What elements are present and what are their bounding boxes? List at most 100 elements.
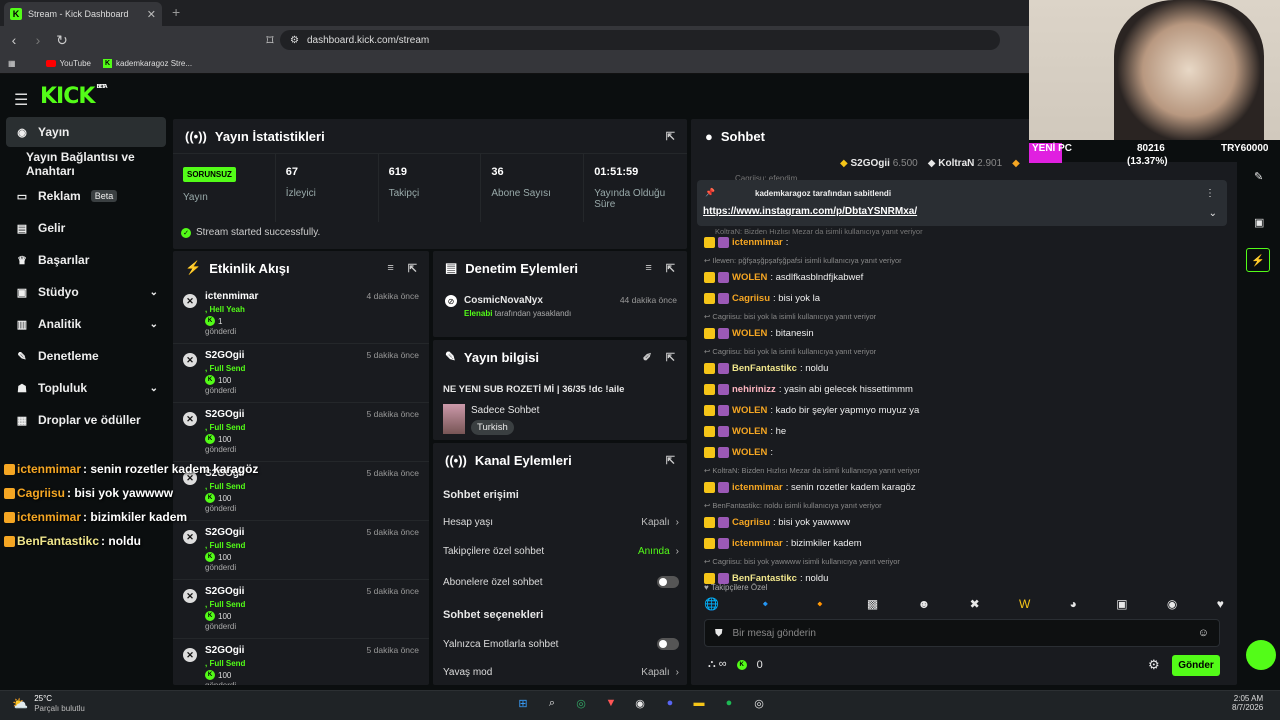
event-item[interactable]: ✕ ictenmimar 4 dakika önce , Hell Yeah K… [173,285,429,344]
chat-username[interactable]: Cagriisu [732,517,770,528]
new-tab-icon[interactable]: + [172,4,180,20]
sidebar-item-analitik[interactable]: ▥ Analitik ⌄ [6,309,166,339]
weather-widget[interactable]: ⛅ 25°C Parçalı bulutlu [12,694,85,714]
emote-icon[interactable]: 🔸 [813,597,828,613]
chat-username[interactable]: ictenmimar [732,237,783,248]
chat-username[interactable]: WOLEN [732,405,767,416]
event-item[interactable]: ✕ S2GOgii 5 dakika önce , Full Send K 100… [173,639,429,685]
discord-icon[interactable]: ● [661,694,679,712]
sidebar-item-studyo[interactable]: ▣ Stüdyo ⌄ [6,277,166,307]
filter-icon[interactable]: ≡ [387,262,393,275]
settings-icon[interactable]: ⚙ [1148,657,1160,673]
forward-icon[interactable]: › [28,32,48,48]
address-bar[interactable]: ⚙ dashboard.kick.com/stream [280,30,1000,50]
pinned-link[interactable]: https://www.instagram.com/p/DbtaYSNRMxa/ [703,206,917,217]
subscribers-only-toggle[interactable] [657,576,679,588]
screen-icon[interactable]: ▣ [1254,216,1264,229]
chat-username[interactable]: ictenmimar [732,538,783,549]
app-icon[interactable]: ◎ [572,694,590,712]
bookmark-kick[interactable]: Kkademkaragoz Stre... [103,59,192,68]
emote-icon[interactable]: ◕ [1070,597,1077,613]
chat-message[interactable]: WOLEN: kado bir şeyler yapmıyo muyuz ya [704,405,919,416]
folder-icon[interactable]: ▬ [690,694,708,712]
chevron-down-icon[interactable]: ⌄ [1209,208,1217,219]
chat-message[interactable]: ictenmimar: [704,237,788,248]
chat-message[interactable]: WOLEN: [704,447,773,458]
event-item[interactable]: ✕ S2GOgii 5 dakika önce , Full Send K 100… [173,403,429,462]
edit-icon[interactable]: ✐ [643,351,652,364]
popout-icon[interactable]: ⇱ [666,454,675,467]
assistant-icon[interactable] [1246,640,1276,670]
sidebar-item-denetleme[interactable]: ✎ Denetleme [6,341,166,371]
chrome-icon[interactable]: ◎ [750,694,768,712]
menu-icon[interactable]: ☰ [14,90,28,110]
send-button[interactable]: Gönder [1172,655,1220,676]
event-item[interactable]: ✕ S2GOgii 5 dakika önce , Full Send K 100… [173,521,429,580]
apps-icon[interactable]: ▦ [8,59,16,68]
popout-icon[interactable]: ⇱ [666,130,675,143]
popout-icon[interactable]: ⇱ [666,262,675,275]
site-info-icon[interactable]: ⚙ [290,35,299,46]
kick-logo[interactable]: KICK BETA [40,84,108,109]
edit-icon[interactable]: ✎ [1254,170,1263,183]
clock[interactable]: 2:05 AM 8/7/2026 [1232,694,1263,712]
bookmark-icon[interactable]: ⌑ [260,32,280,49]
close-tab-icon[interactable]: ✕ [147,8,156,21]
emoji-icon[interactable]: ☺ [1198,627,1209,639]
back-icon[interactable]: ‹ [4,32,24,48]
lightning-icon[interactable]: ⚡ [1246,248,1270,272]
chat-input[interactable]: ⛊ Bir mesaj gönderin ☺ [704,619,1220,647]
setting-account-age[interactable]: Hesap yaşı Kapalı › [443,517,679,528]
emote-icon[interactable]: ◉ [1167,597,1177,613]
chat-message[interactable]: ictenmimar: bizimkiler kadem [704,538,862,549]
setting-emote-only[interactable]: Yalnızca Emotlarla sohbet [443,638,679,650]
chat-username[interactable]: ictenmimar [732,482,783,493]
emote-icon[interactable]: ▩ [867,597,878,613]
emote-icon[interactable]: 🌐 [704,597,719,613]
emote-only-toggle[interactable] [657,638,679,650]
browser-tab[interactable]: K Stream - Kick Dashboard ✕ [4,2,162,26]
filter-icon[interactable]: ≡ [645,262,651,275]
setting-followers-only[interactable]: Takipçilere özel sohbet Anında › [443,546,679,557]
emote-icon[interactable]: 🔹 [758,597,773,613]
chat-username[interactable]: Cagriisu [732,293,770,304]
popout-icon[interactable]: ⇱ [408,262,417,275]
chat-username[interactable]: WOLEN [732,328,767,339]
chat-username[interactable]: BenFantastikc [732,363,797,374]
steam-icon[interactable]: ◉ [631,694,649,712]
setting-subscribers-only[interactable]: Abonelere özel sohbet [443,576,679,588]
search-icon[interactable]: ⌕ [543,694,561,712]
setting-slow-mode[interactable]: Yavaş mod Kapalı › [443,667,679,678]
emote-icon[interactable]: ✖ [970,597,980,613]
chat-message[interactable]: nehirinizz: yasin abi gelecek hissettimm… [704,384,913,395]
users-icon[interactable]: ⛬ ∞ [708,658,727,671]
moderation-entry[interactable]: ⊘ CosmicNovaNyx 44 dakika önce Elenabi t… [433,285,687,335]
emote-icon[interactable]: W [1019,597,1030,613]
chat-message[interactable]: WOLEN: asdlfkasblndfjkabwef [704,272,863,283]
chat-username[interactable]: WOLEN [732,426,767,437]
more-options-icon[interactable]: ⋮ [1205,188,1215,199]
brave-icon[interactable]: ▼ [602,694,620,712]
pinned-message[interactable]: 📌 kademkaragoz tarafından sabitlendi htt… [697,180,1227,226]
chat-message[interactable]: WOLEN: he [704,426,786,437]
chat-message[interactable]: ictenmimar: senin rozetler kadem karagöz [704,482,916,493]
windows-start-icon[interactable]: ⊞ [514,694,532,712]
sidebar-item-reklam[interactable]: ▭ Reklam Beta [6,181,166,211]
emote-icon[interactable]: ♥ [1217,597,1224,613]
event-item[interactable]: ✕ S2GOgii 5 dakika önce , Full Send K 100… [173,580,429,639]
sidebar-item-topluluk[interactable]: ☗ Topluluk ⌄ [6,373,166,403]
sidebar-item-yayin[interactable]: ◉ Yayın [6,117,166,147]
spotify-icon[interactable]: ● [720,694,738,712]
chat-message[interactable]: BenFantastikc: noldu [704,363,828,374]
event-item[interactable]: ✕ S2GOgii 5 dakika önce , Full Send K 100… [173,344,429,403]
gifter-2[interactable]: ◆ KoltraN 2.901 [928,158,1002,169]
chat-username[interactable]: WOLEN [732,272,767,283]
chat-username[interactable]: WOLEN [732,447,767,458]
bookmark-youtube[interactable]: YouTube [45,59,91,68]
popout-icon[interactable]: ⇱ [666,351,675,364]
chat-message[interactable]: WOLEN: bitanesin [704,328,814,339]
emote-icon[interactable]: ▣ [1116,597,1127,613]
chat-message[interactable]: Cagriisu: bisi yok la [704,293,820,304]
sidebar-item-stream-key[interactable]: Yayın Bağlantısı ve Anahtarı [6,149,166,179]
sidebar-item-basarilar[interactable]: ♛ Başarılar [6,245,166,275]
